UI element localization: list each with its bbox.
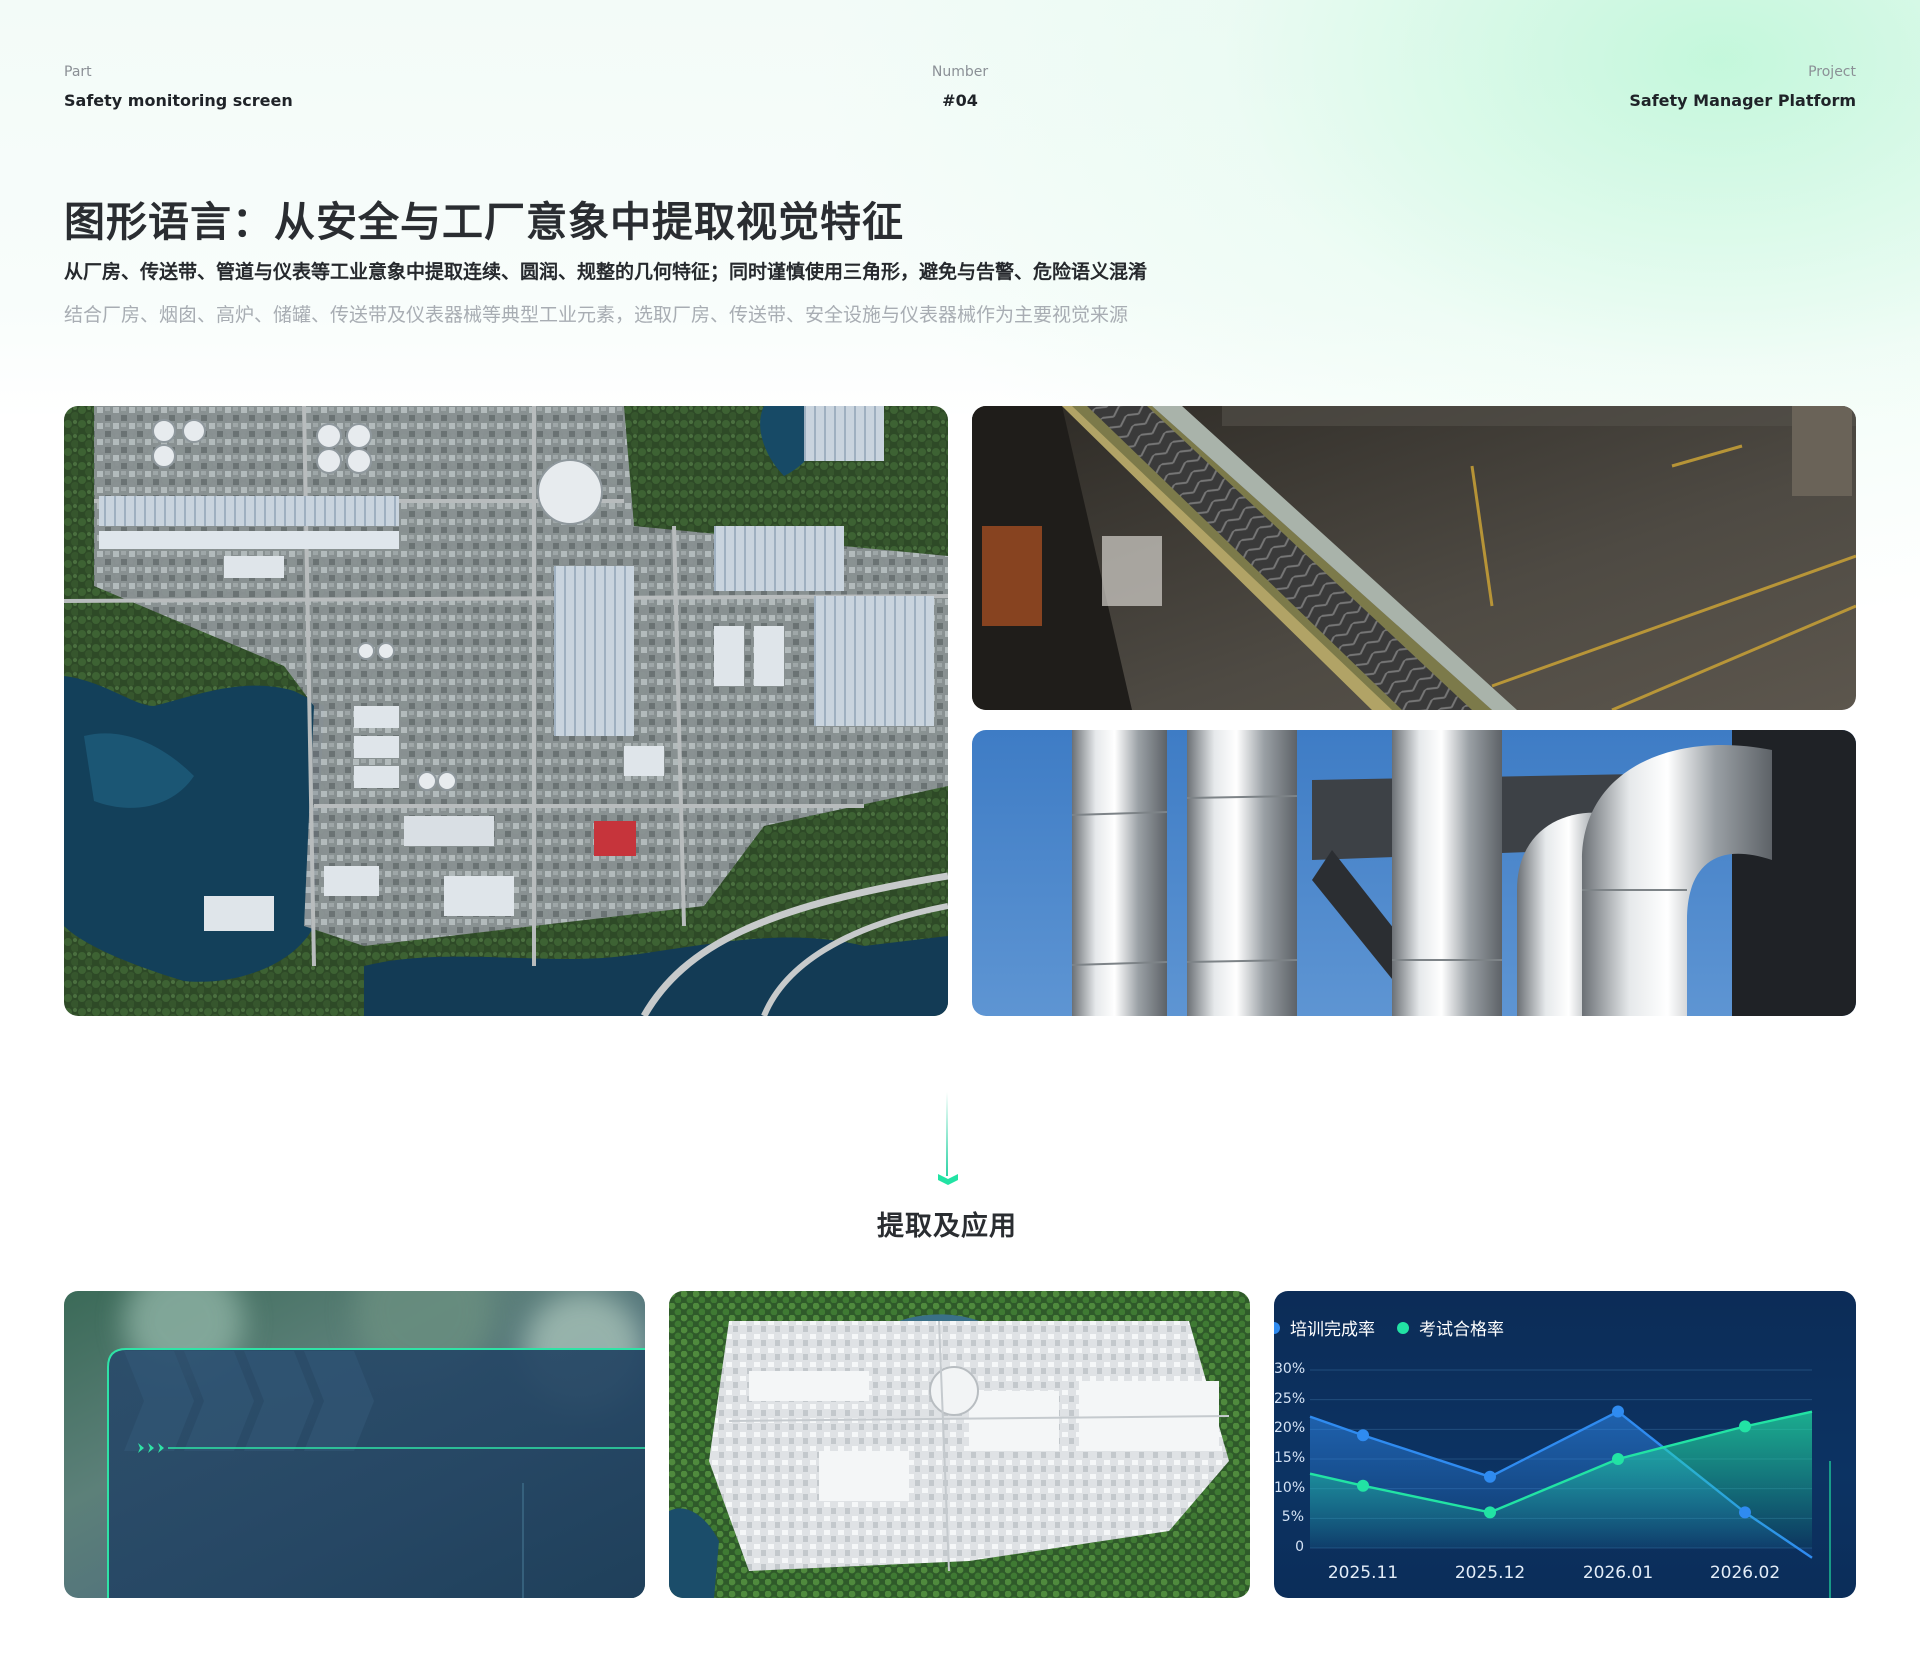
meta-project-label: Project: [1808, 64, 1856, 80]
data-point[interactable]: [1484, 1470, 1496, 1483]
aerial-factory-image: [64, 406, 948, 1016]
area-chart: [1309, 1369, 1831, 1598]
data-point[interactable]: [1739, 1506, 1751, 1519]
ui-component-preview: [64, 1291, 645, 1598]
training-chart-preview: 培训完成率 考试合格率 0 5% 10% 15% 20% 25% 30% 2025.11 20…: [1274, 1291, 1856, 1598]
data-point[interactable]: [1612, 1405, 1624, 1418]
meta-project: Project Safety Manager Platform: [1629, 64, 1856, 110]
data-point[interactable]: [1739, 1420, 1751, 1433]
conveyor-belt-image: [972, 406, 1856, 710]
data-point[interactable]: [1357, 1479, 1369, 1492]
connector-chevron-icon: [938, 1174, 958, 1185]
page-description: 结合厂房、烟囱、高炉、储罐、传送带及仪表器械等典型工业元素，选取厂房、传送带、安…: [64, 304, 1129, 326]
page-title: 图形语言：从安全与工厂意象中提取视觉特征: [64, 198, 904, 246]
steel-pipes-image: [972, 730, 1856, 1016]
data-point[interactable]: [1484, 1506, 1496, 1519]
meta-project-value: Safety Manager Platform: [1629, 91, 1856, 110]
section-title: 提取及应用: [877, 1211, 1017, 1242]
connector-line: [946, 1092, 948, 1176]
data-point[interactable]: [1357, 1429, 1369, 1442]
factory-3d-model-image: [669, 1291, 1250, 1598]
data-point[interactable]: [1612, 1453, 1624, 1465]
page-subtitle: 从厂房、传送带、管道与仪表等工业意象中提取连续、圆润、规整的几何特征；同时谨慎使…: [64, 261, 1148, 283]
